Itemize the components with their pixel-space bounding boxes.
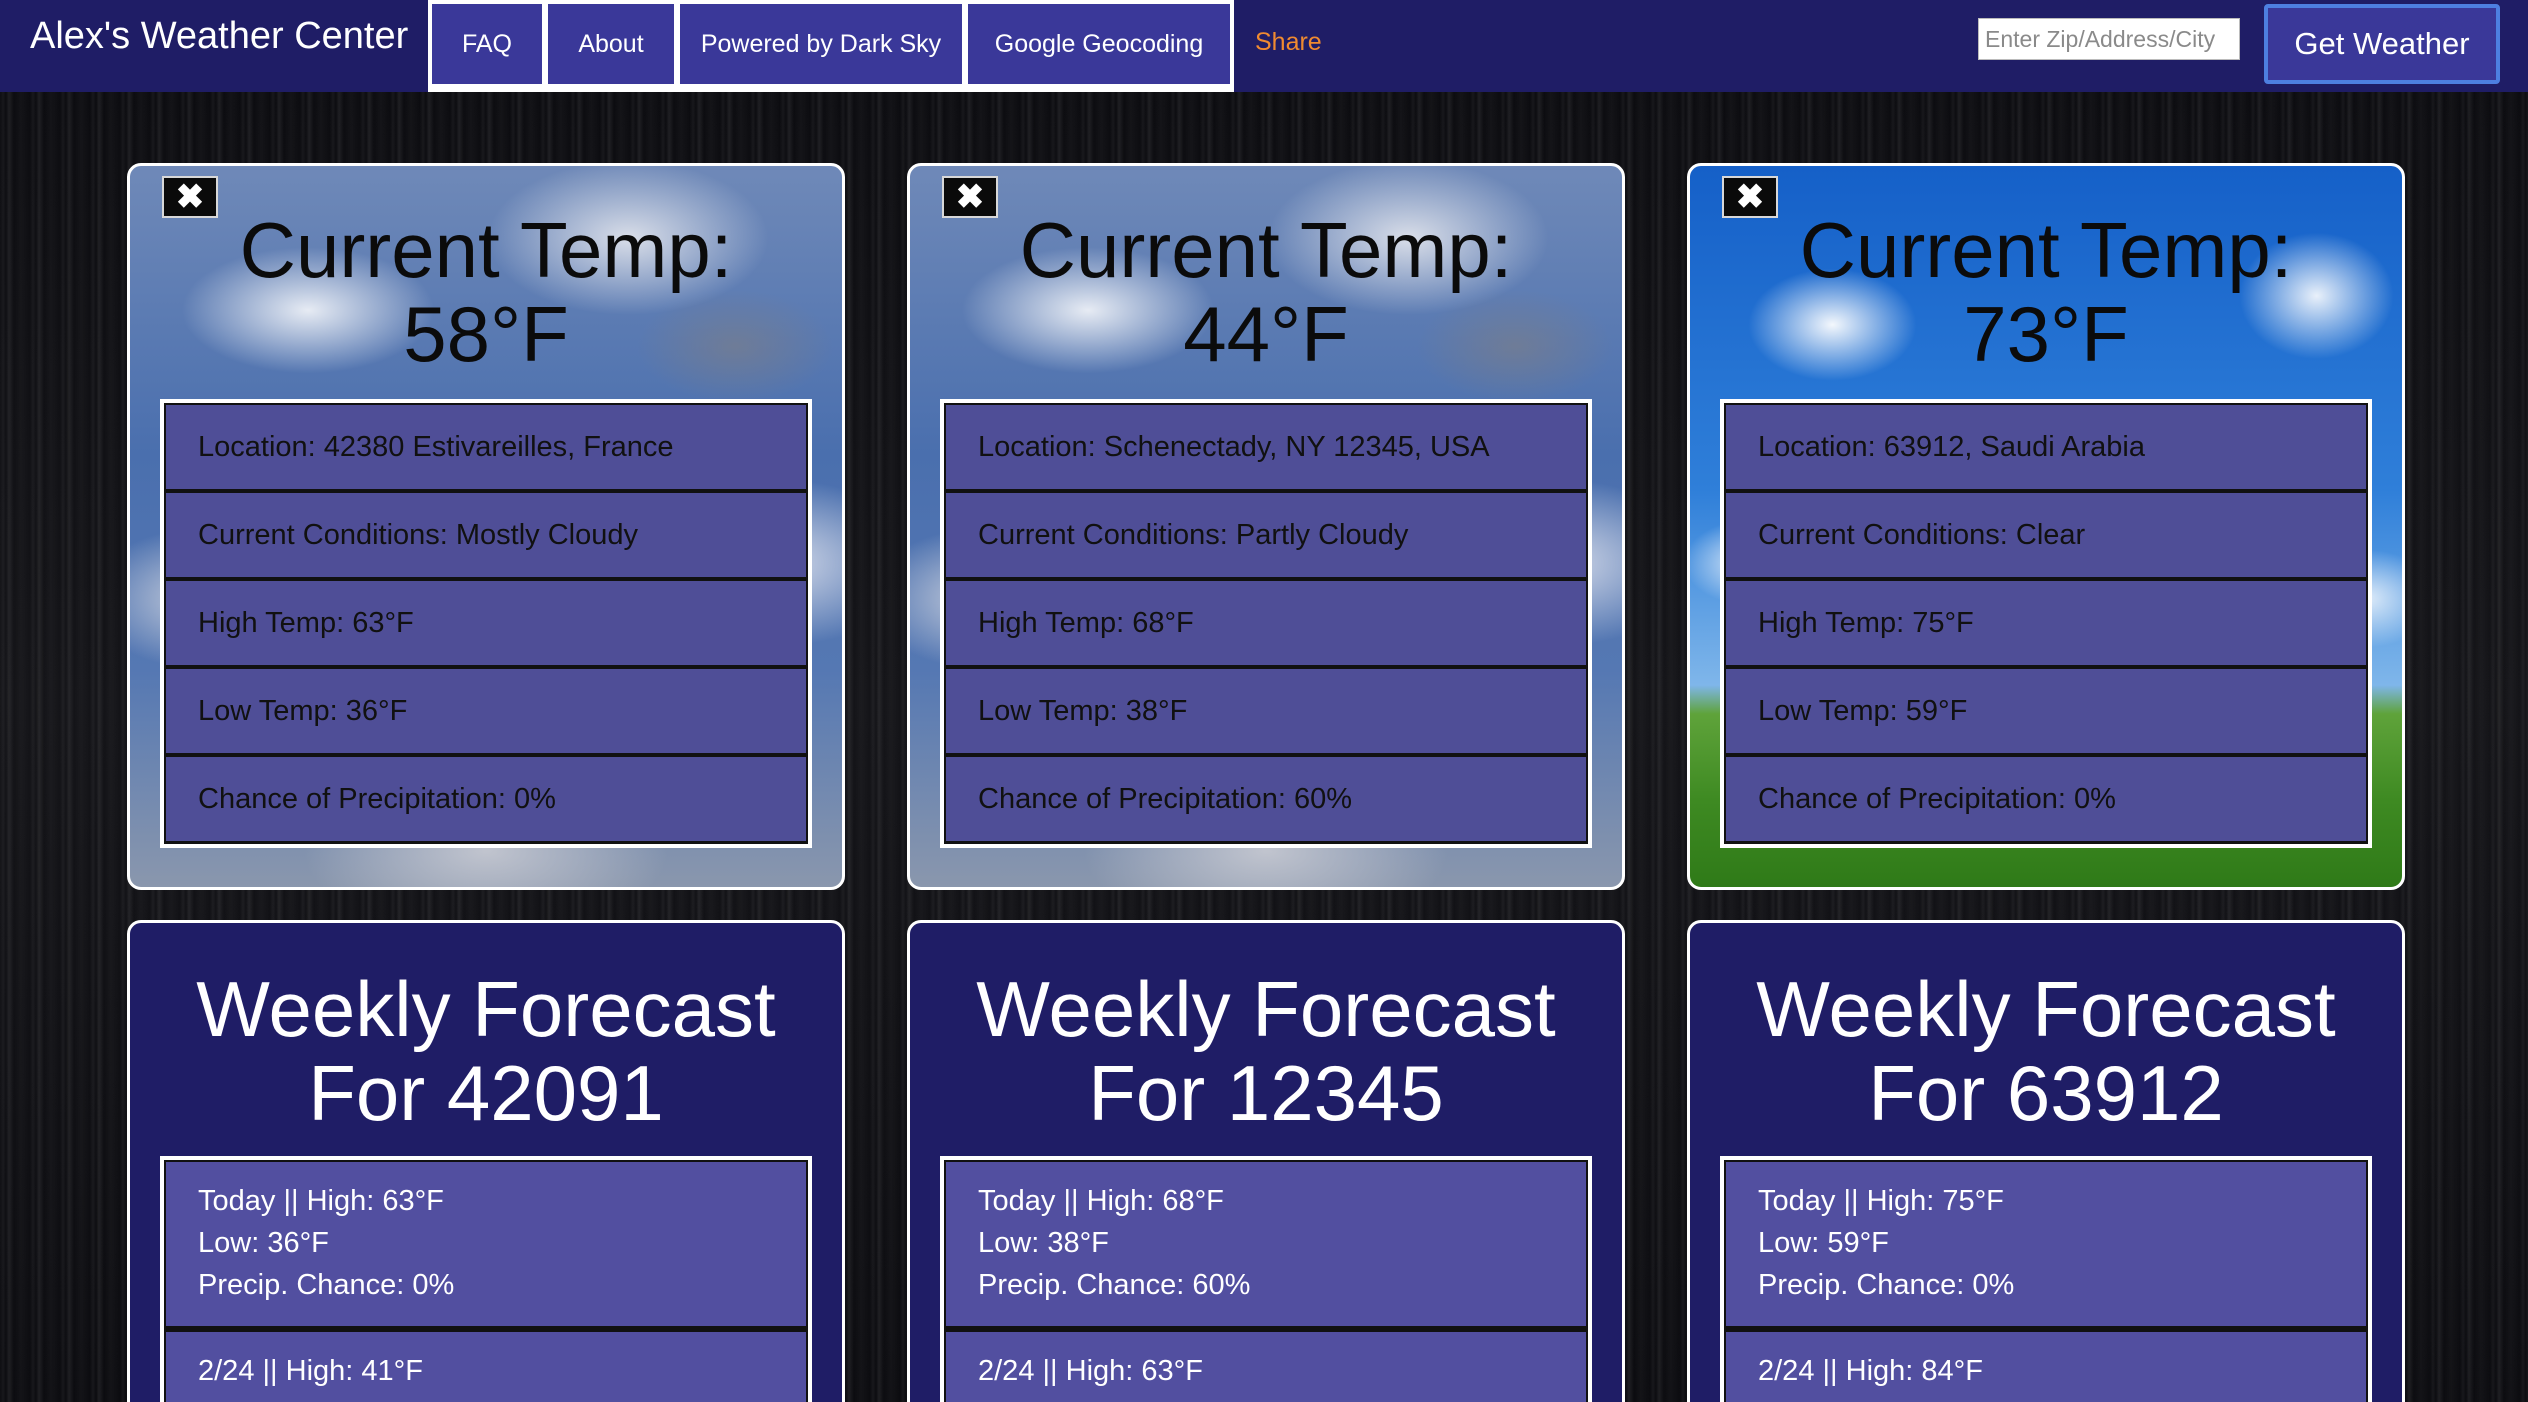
location-row: Location: 63912, Saudi Arabia bbox=[1726, 405, 2366, 489]
weekly-forecast-card: Weekly Forecast For 63912 Today || High:… bbox=[1687, 920, 2405, 1402]
weekly-forecast-card: Weekly Forecast For 12345 Today || High:… bbox=[907, 920, 1625, 1402]
nav-link-google-geocoding[interactable]: Google Geocoding bbox=[968, 4, 1230, 84]
weather-details: Location: 42380 Estivareilles, France Cu… bbox=[160, 399, 812, 848]
current-temp-title: Current Temp: bbox=[1799, 206, 2293, 294]
forecast-list: Today || High: 75°F Low: 59°F Precip. Ch… bbox=[1720, 1156, 2372, 1402]
weather-card: ✖ Current Temp: 44°F Location: Schenecta… bbox=[907, 163, 1625, 890]
search-input[interactable] bbox=[1978, 18, 2240, 60]
nav-link-faq[interactable]: FAQ bbox=[432, 4, 542, 84]
conditions-row: Current Conditions: Partly Cloudy bbox=[946, 493, 1586, 577]
forecast-list: Today || High: 68°F Low: 38°F Precip. Ch… bbox=[940, 1156, 1592, 1402]
precipitation-row: Chance of Precipitation: 60% bbox=[946, 757, 1586, 841]
forecast-today-high: Today || High: 75°F bbox=[1758, 1185, 2004, 1217]
current-temp-title: Current Temp: bbox=[1019, 206, 1513, 294]
forecast-today-precip: Precip. Chance: 0% bbox=[1758, 1269, 2015, 1301]
low-temp-row: Low Temp: 36°F bbox=[166, 669, 806, 753]
forecast-day-next: 2/24 || High: 41°F bbox=[166, 1332, 806, 1402]
get-weather-button[interactable]: Get Weather bbox=[2264, 4, 2500, 84]
forecast-day-today: Today || High: 75°F Low: 59°F Precip. Ch… bbox=[1726, 1162, 2366, 1326]
high-temp-row: High Temp: 63°F bbox=[166, 581, 806, 665]
forecast-day-next: 2/24 || High: 84°F bbox=[1726, 1332, 2366, 1402]
current-temp-title: Current Temp: bbox=[239, 206, 733, 294]
weekly-forecast-card: Weekly Forecast For 42091 Today || High:… bbox=[127, 920, 845, 1402]
weekly-forecast-title: Weekly Forecast For 12345 bbox=[976, 965, 1556, 1137]
weather-details: Location: Schenectady, NY 12345, USA Cur… bbox=[940, 399, 1592, 848]
forecast-today-high: Today || High: 63°F bbox=[198, 1185, 444, 1217]
brand-title[interactable]: Alex's Weather Center bbox=[30, 10, 408, 62]
forecast-today-low: Low: 59°F bbox=[1758, 1227, 1889, 1259]
share-link[interactable]: Share bbox=[1255, 22, 1322, 62]
forecast-next-high: 2/24 || High: 41°F bbox=[198, 1355, 423, 1387]
forecast-today-precip: Precip. Chance: 60% bbox=[978, 1269, 1251, 1301]
nav-link-about[interactable]: About bbox=[548, 4, 674, 84]
high-temp-row: High Temp: 75°F bbox=[1726, 581, 2366, 665]
forecast-today-precip: Precip. Chance: 0% bbox=[198, 1269, 455, 1301]
nav-links: FAQ About Powered by Dark Sky Google Geo… bbox=[428, 0, 1234, 92]
weather-details: Location: 63912, Saudi Arabia Current Co… bbox=[1720, 399, 2372, 848]
forecast-day-today: Today || High: 68°F Low: 38°F Precip. Ch… bbox=[946, 1162, 1586, 1326]
forecast-next-high: 2/24 || High: 63°F bbox=[978, 1355, 1203, 1387]
forecast-day-today: Today || High: 63°F Low: 36°F Precip. Ch… bbox=[166, 1162, 806, 1326]
high-temp-row: High Temp: 68°F bbox=[946, 581, 1586, 665]
current-temp-value: 73°F bbox=[1963, 290, 2129, 378]
conditions-row: Current Conditions: Clear bbox=[1726, 493, 2366, 577]
weekly-forecast-title: Weekly Forecast For 42091 bbox=[196, 965, 776, 1137]
weather-card: ✖ Current Temp: 73°F Location: 63912, Sa… bbox=[1687, 163, 2405, 890]
current-temp-value: 58°F bbox=[403, 290, 569, 378]
conditions-row: Current Conditions: Mostly Cloudy bbox=[166, 493, 806, 577]
forecast-today-low: Low: 38°F bbox=[978, 1227, 1109, 1259]
nav-link-dark-sky[interactable]: Powered by Dark Sky bbox=[680, 4, 962, 84]
low-temp-row: Low Temp: 38°F bbox=[946, 669, 1586, 753]
location-row: Location: Schenectady, NY 12345, USA bbox=[946, 405, 1586, 489]
forecast-today-high: Today || High: 68°F bbox=[978, 1185, 1224, 1217]
forecast-next-high: 2/24 || High: 84°F bbox=[1758, 1355, 1983, 1387]
low-temp-row: Low Temp: 59°F bbox=[1726, 669, 2366, 753]
weather-card: ✖ Current Temp: 58°F Location: 42380 Est… bbox=[127, 163, 845, 890]
forecast-list: Today || High: 63°F Low: 36°F Precip. Ch… bbox=[160, 1156, 812, 1402]
precipitation-row: Chance of Precipitation: 0% bbox=[1726, 757, 2366, 841]
forecast-day-next: 2/24 || High: 63°F bbox=[946, 1332, 1586, 1402]
current-temp-value: 44°F bbox=[1183, 290, 1349, 378]
forecast-today-low: Low: 36°F bbox=[198, 1227, 329, 1259]
location-row: Location: 42380 Estivareilles, France bbox=[166, 405, 806, 489]
weekly-forecast-title: Weekly Forecast For 63912 bbox=[1756, 965, 2336, 1137]
precipitation-row: Chance of Precipitation: 0% bbox=[166, 757, 806, 841]
navbar: Alex's Weather Center FAQ About Powered … bbox=[0, 0, 2528, 92]
